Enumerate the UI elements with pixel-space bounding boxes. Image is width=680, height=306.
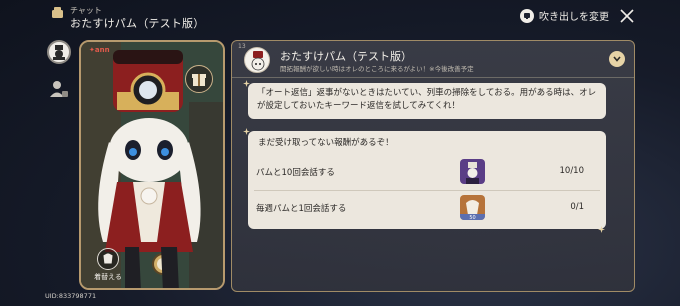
divider <box>254 190 600 191</box>
sidebar-chat-avatar-icon[interactable] <box>47 40 71 64</box>
reward-thumbnail <box>460 159 485 184</box>
chevron-down-icon <box>613 56 621 62</box>
contact-avatar <box>244 47 270 73</box>
thread-number: 13 <box>238 43 246 50</box>
page-title: おたすけパム（テスト版） <box>70 17 205 30</box>
message-bubble: 「オート返信」返事がないときはたいてい、列車の掃除をしておる。用がある時は、オレ… <box>248 83 606 119</box>
contact-name: おたすけパム（テスト版） <box>280 50 412 63</box>
change-outfit-button[interactable]: 着替える <box>93 248 123 286</box>
top-bar: チャット おたすけパム（テスト版） 吹き出しを変更 <box>0 0 680 34</box>
expand-button[interactable] <box>609 51 625 67</box>
contact-signature: 開拓報酬が欲しい時はオレのところに来るがよい！※今後改善予定 <box>280 65 474 73</box>
close-icon[interactable] <box>617 6 637 26</box>
chat-app-icon <box>52 7 63 18</box>
outfit-icon <box>97 248 119 270</box>
change-bubble-label: 吹き出しを変更 <box>539 12 609 23</box>
change-bubble-button[interactable]: 吹き出しを変更 <box>520 8 609 23</box>
rewards-card: まだ受け取ってない報酬があるぞ！ パムと10回会話する 10/10 毎週パムと1… <box>248 131 606 229</box>
sidebar-contacts-icon[interactable] <box>47 77 71 101</box>
reward-thumbnail: 50 <box>460 195 485 220</box>
rewards-heading: まだ受け取ってない報酬があるぞ！ <box>258 138 394 148</box>
change-outfit-label: 着替える <box>94 273 122 281</box>
reward-label: 毎週パムと1回会話する <box>256 204 347 214</box>
reward-progress: 10/10 <box>559 166 585 176</box>
reward-row[interactable]: 毎週パムと1回会話する 50 0/1 <box>248 193 606 222</box>
reward-label: パムと10回会話する <box>256 168 335 178</box>
uid-label: UID:833798771 <box>45 292 97 300</box>
card-brand-label: ✦ann <box>89 46 110 54</box>
sparkle-icon <box>598 226 605 233</box>
chat-header: 13 おたすけパム（テスト版） 開拓報酬が欲しい時はオレのところに来るがよい！※… <box>232 41 634 78</box>
reward-progress: 0/1 <box>570 202 584 212</box>
bubble-style-icon <box>520 8 534 23</box>
gift-button[interactable] <box>185 65 213 93</box>
gift-icon <box>192 74 206 86</box>
character-portrait-card[interactable]: ✦ann 着替える <box>79 40 225 290</box>
reward-thumb-badge: 50 <box>469 215 475 220</box>
reward-row[interactable]: パムと10回会話する 10/10 <box>248 157 606 186</box>
